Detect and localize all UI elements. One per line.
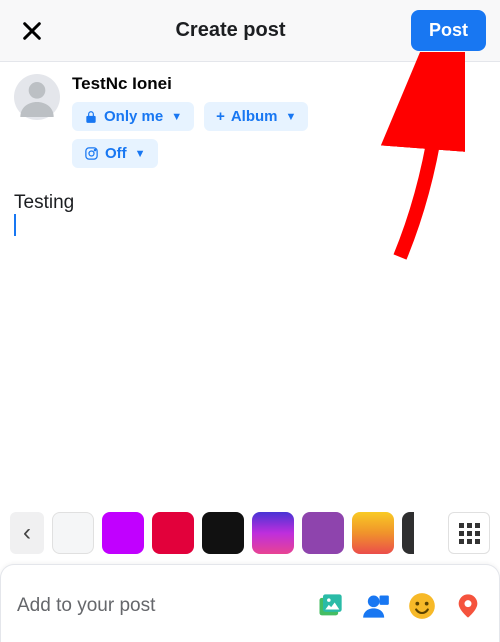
composer-area[interactable]: Testing [0,172,500,238]
composer-text[interactable]: Testing [14,192,486,214]
feeling-button[interactable] [407,591,437,621]
instagram-crosspost-selector[interactable]: Off ▼ [72,139,158,168]
post-button[interactable]: Post [411,10,486,51]
bg-swatch-black[interactable] [202,512,244,554]
close-icon [21,20,43,42]
text-cursor [14,214,16,236]
location-button[interactable] [453,591,483,621]
avatar [14,74,60,120]
grid-icon [459,523,480,544]
photo-video-button[interactable] [315,591,345,621]
close-button[interactable] [14,13,50,49]
background-more-button[interactable] [448,512,490,554]
page-title: Create post [175,19,285,42]
add-to-post-label[interactable]: Add to your post [17,595,155,617]
user-name: TestNc Ionei [72,74,308,94]
background-prev-button[interactable]: ‹ [10,512,44,554]
footer-bar: Add to your post [0,564,500,642]
background-picker: ‹ [0,504,500,562]
instagram-label: Off [105,145,127,162]
photo-video-icon [316,592,344,620]
profile-section: TestNc Ionei Only me ▼ + Album ▼ Off [0,62,500,172]
caret-down-icon: ▼ [171,111,182,123]
tag-people-button[interactable] [361,591,391,621]
bg-swatch-none[interactable] [52,512,94,554]
background-swatches [52,512,440,554]
caret-down-icon: ▼ [135,148,146,160]
bg-swatch-magenta[interactable] [102,512,144,554]
tag-people-icon [362,592,390,620]
avatar-placeholder-icon [17,77,57,117]
caret-down-icon: ▼ [286,111,297,123]
album-label: Album [231,108,278,125]
bg-swatch-dark[interactable] [402,512,414,554]
bg-swatch-orange[interactable] [352,512,394,554]
header-bar: Create post Post [0,0,500,62]
location-icon [454,592,482,620]
audience-label: Only me [104,108,163,125]
plus-icon: + [216,108,225,125]
bg-swatch-red[interactable] [152,512,194,554]
feeling-icon [408,592,436,620]
instagram-icon [84,146,99,161]
bg-swatch-purple[interactable] [302,512,344,554]
lock-icon [84,110,98,124]
audience-selector[interactable]: Only me ▼ [72,102,194,131]
album-selector[interactable]: + Album ▼ [204,102,308,131]
bg-swatch-sunset[interactable] [252,512,294,554]
